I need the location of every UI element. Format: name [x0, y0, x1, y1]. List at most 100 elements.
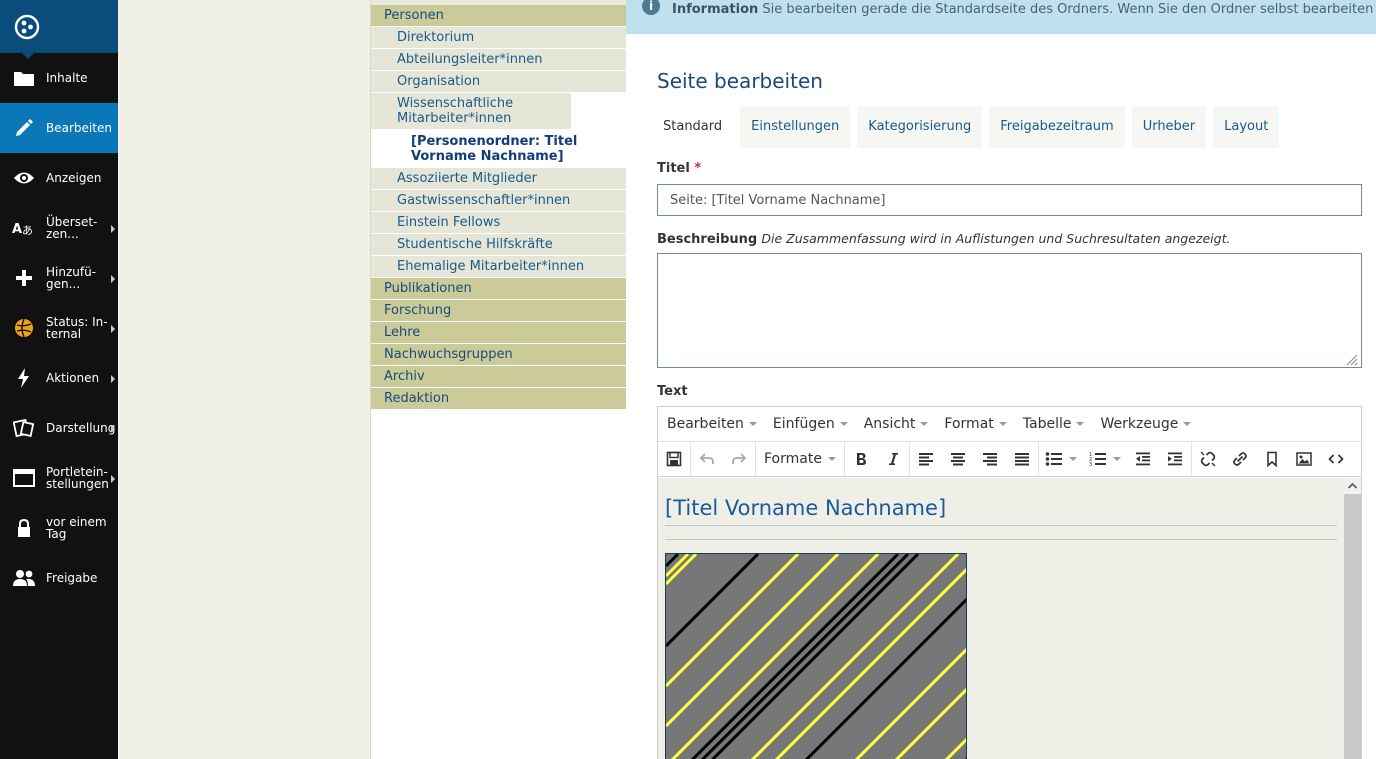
toolbar-item-aktionen[interactable]: Aktionen	[0, 353, 118, 403]
indent-button[interactable]	[1159, 442, 1191, 476]
source-code-button[interactable]	[1320, 442, 1352, 476]
tab-kategorisierung[interactable]: Kategorisierung	[857, 106, 983, 148]
image-button[interactable]	[1288, 442, 1320, 476]
chevron-down-icon	[1183, 422, 1192, 426]
users-icon	[12, 566, 36, 590]
nav-item-archiv[interactable]: Archiv	[371, 366, 626, 388]
nav-item-studentische-hilfskraefte[interactable]: Studentische Hilfskräfte	[371, 234, 626, 256]
form-tabs: Standard Einstellungen Kategorisierung F…	[657, 106, 1286, 148]
menu-format[interactable]: Format	[944, 416, 1007, 432]
tab-layout[interactable]: Layout	[1213, 106, 1280, 148]
toolbar-item-vor[interactable]: vor einem Tag	[0, 503, 118, 553]
menu-tabelle[interactable]: Tabelle	[1023, 416, 1085, 432]
anchor-button[interactable]	[1256, 442, 1288, 476]
nav-item-abteilungsleiter[interactable]: Abteilungsleiter*innen	[371, 49, 626, 71]
menu-label: Tabelle	[1022, 416, 1072, 432]
toolbar-item-freigabe[interactable]: Freigabe	[0, 553, 118, 603]
content-image[interactable]	[665, 553, 967, 759]
editor-content[interactable]: [Titel Vorname Nachname]	[658, 478, 1361, 759]
align-center-button[interactable]	[942, 442, 974, 476]
toolbar-item-label: Überset- zen...	[46, 215, 98, 241]
link-button[interactable]	[1224, 442, 1256, 476]
nav-item-nachwuchsgruppen[interactable]: Nachwuchsgruppen	[371, 344, 626, 366]
menu-label: Werkzeuge	[1100, 416, 1179, 432]
toolbar-item-hinzufü[interactable]: Hinzufü- gen...	[0, 253, 118, 303]
nav-item-forschung[interactable]: Forschung	[371, 300, 626, 322]
nav-item-gastwissenschaftler[interactable]: Gastwissenschaftler*innen	[371, 190, 626, 212]
svg-text:あ: あ	[22, 224, 33, 237]
plone-logo-icon	[14, 14, 40, 39]
chevron-down-icon	[1076, 422, 1085, 426]
editor-scrollbar[interactable]	[1344, 478, 1361, 759]
tab-standard[interactable]: Standard	[657, 106, 734, 148]
formats-dropdown[interactable]: Formate	[756, 442, 844, 476]
chevron-right-icon	[111, 275, 115, 283]
nav-item-redaktion[interactable]: Redaktion	[371, 388, 626, 410]
nav-item-ehemalige-mitarbeiter[interactable]: Ehemalige Mitarbeiter*innen	[371, 256, 626, 278]
nav-item-publikationen[interactable]: Publikationen	[371, 278, 626, 300]
nav-item-einstein-fellows[interactable]: Einstein Fellows	[371, 212, 626, 234]
toolbar-item-label: Freigabe	[46, 571, 98, 585]
nav-item-assoziierte-mitglieder[interactable]: Assoziierte Mitglieder	[371, 168, 626, 190]
display-icon	[12, 416, 36, 440]
toolbar-item-überset[interactable]: A あ Überset- zen...	[0, 203, 118, 253]
scrollbar-thumb[interactable]	[1344, 494, 1361, 759]
align-justify-button[interactable]	[1006, 442, 1038, 476]
title-input[interactable]	[657, 184, 1362, 216]
chevron-right-icon	[111, 325, 115, 333]
nav-item-organisation[interactable]: Organisation	[371, 71, 626, 93]
toolbar-item-anzeigen[interactable]: Anzeigen	[0, 153, 118, 203]
tab-einstellungen[interactable]: Einstellungen	[740, 106, 851, 148]
redo-button[interactable]	[723, 442, 755, 476]
nav-item-current-personenordner[interactable]: [Personenordner: Titel Vorname Nachname]	[371, 130, 626, 168]
eye-icon	[12, 166, 36, 190]
outdent-button[interactable]	[1127, 442, 1159, 476]
description-label-text: Beschreibung	[657, 232, 758, 247]
bullet-list-button[interactable]	[1039, 442, 1083, 476]
align-left-button[interactable]	[910, 442, 942, 476]
unlink-button[interactable]	[1192, 442, 1224, 476]
save-button[interactable]	[658, 442, 690, 476]
plone-logo[interactable]	[0, 0, 118, 59]
tab-urheber[interactable]: Urheber	[1131, 106, 1207, 148]
nav-item-wissenschaftliche-mitarbeiter[interactable]: Wissenschaftliche Mitarbeiter*innen	[371, 93, 571, 130]
toolbar-item-label: Darstellung	[46, 421, 116, 435]
plus-icon	[12, 266, 36, 290]
folder-icon	[12, 66, 36, 90]
undo-button[interactable]	[691, 442, 723, 476]
striped-image-icon	[666, 554, 966, 759]
link-icon	[1233, 452, 1247, 466]
align-justify-icon	[1014, 453, 1029, 466]
menu-werkzeuge[interactable]: Werkzeuge	[1100, 416, 1192, 432]
bold-button[interactable]	[845, 442, 877, 476]
menu-ansicht[interactable]: Ansicht	[864, 416, 929, 432]
nav-item-direktorium[interactable]: Direktorium	[371, 27, 626, 49]
toolbar-item-inhalte[interactable]: Inhalte	[0, 53, 118, 103]
bold-icon	[856, 453, 866, 465]
italic-button[interactable]	[877, 442, 909, 476]
chevron-down-icon	[839, 422, 848, 426]
toolbar-item-bearbeiten[interactable]: Bearbeiten	[0, 103, 118, 153]
chevron-down-icon	[827, 457, 836, 461]
description-textarea[interactable]	[657, 253, 1362, 368]
redo-icon	[732, 453, 747, 464]
description-hint: Die Zusammenfassung wird in Auflistungen…	[761, 231, 1231, 246]
lock-icon	[12, 516, 36, 540]
italic-icon	[888, 453, 898, 465]
toolbar-item-portletein[interactable]: Portletein- stellungen	[0, 453, 118, 503]
menu-bearbeiten[interactable]: Bearbeiten	[667, 416, 757, 432]
numbered-list-button[interactable]: 123	[1083, 442, 1127, 476]
toolbar-item-darstellung[interactable]: Darstellung	[0, 403, 118, 453]
chevron-down-icon	[998, 422, 1007, 426]
title-label: Titel *	[657, 161, 701, 176]
scroll-up-icon[interactable]	[1344, 478, 1361, 494]
align-right-button[interactable]	[974, 442, 1006, 476]
menu-einfuegen[interactable]: Einfügen	[773, 416, 848, 432]
nav-item-lehre[interactable]: Lehre	[371, 322, 626, 344]
page-title: Seite bearbeiten	[657, 69, 823, 93]
nav-item-personen[interactable]: Personen	[371, 5, 626, 27]
resize-grip-icon[interactable]	[1344, 352, 1358, 366]
tab-freigabezeitraum[interactable]: Freigabezeitraum	[989, 106, 1125, 148]
toolbar-item-status[interactable]: Status: In- ternal	[0, 303, 118, 353]
pencil-icon	[12, 116, 36, 140]
